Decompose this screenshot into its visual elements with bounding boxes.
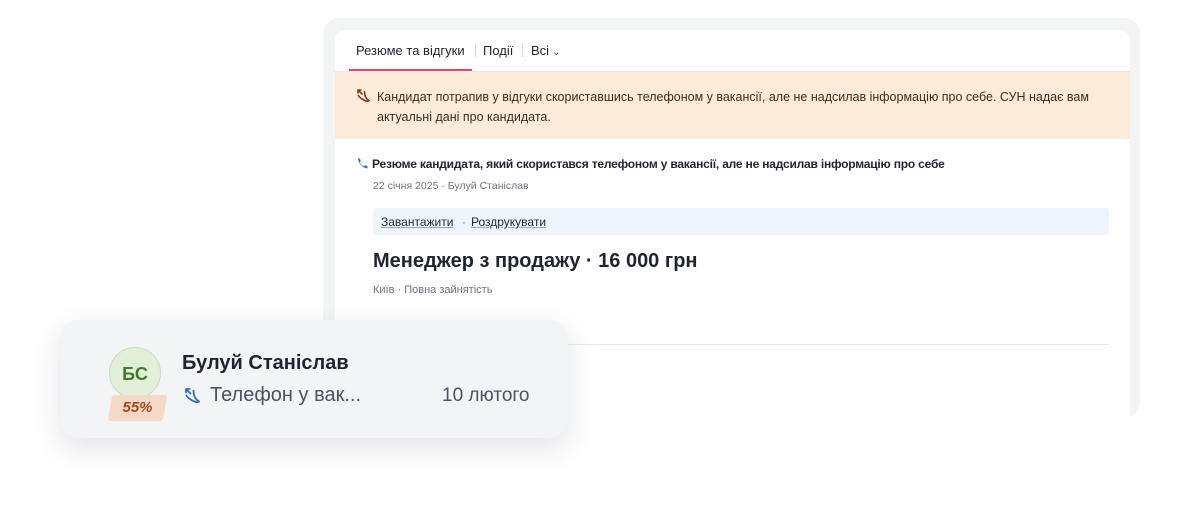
notice-text: Кандидат потрапив у відгуки скориставшис… bbox=[377, 90, 1089, 124]
missed-call-icon bbox=[357, 89, 370, 102]
candidate-name: Булуй Станіслав bbox=[182, 352, 349, 374]
avatar: БС bbox=[109, 347, 161, 399]
candidate-source: Телефон у вак... bbox=[210, 384, 362, 406]
vacancy-meta: Київ · Повна зайнятість bbox=[373, 284, 493, 296]
phone-icon bbox=[358, 158, 368, 169]
avatar-initials: БС bbox=[122, 364, 148, 384]
chevron-down-icon: ⌄ bbox=[552, 47, 561, 58]
tab-events[interactable]: Події bbox=[483, 43, 513, 58]
download-link[interactable]: Завантажити bbox=[381, 215, 453, 229]
candidate-card[interactable]: БС 55% Булуй Станіслав Телефон у вак... … bbox=[60, 320, 568, 438]
notice-banner: Кандидат потрапив у відгуки скориставшис… bbox=[335, 72, 1130, 139]
action-separator: · bbox=[462, 215, 466, 229]
tab-all-label: Всі bbox=[531, 43, 550, 58]
tab-bar: Резюме та відгуки Події Всі ⌄ bbox=[335, 30, 1130, 72]
tab-resumes-responses[interactable]: Резюме та відгуки bbox=[349, 43, 472, 71]
resume-title: Резюме кандидата, який скористався телеф… bbox=[372, 157, 945, 171]
vacancy-title: Менеджер з продажу · 16 000 грн bbox=[373, 250, 698, 272]
resume-meta: 22 січня 2025 · Булуй Станіслав bbox=[373, 180, 529, 192]
match-score: 55% bbox=[122, 399, 153, 416]
candidate-date: 10 лютого bbox=[442, 385, 530, 406]
resume-actions-bar: Завантажити · Роздрукувати bbox=[373, 208, 1109, 235]
tab-divider bbox=[522, 43, 523, 57]
print-link[interactable]: Роздрукувати bbox=[471, 215, 546, 229]
tab-divider bbox=[475, 43, 476, 57]
missed-call-icon bbox=[185, 388, 200, 403]
tab-all-dropdown[interactable]: Всі ⌄ bbox=[531, 43, 560, 58]
